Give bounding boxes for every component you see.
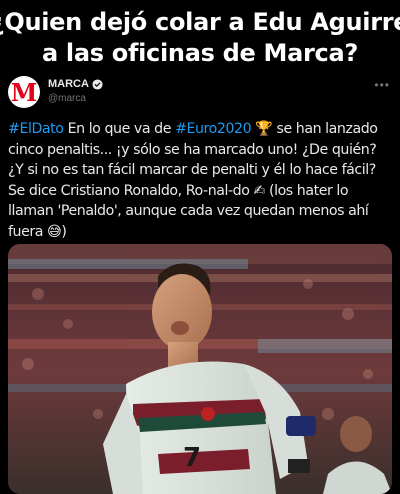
meme-title-line-1: ¿Quien dejó colar a Edu Aguirre [0, 8, 400, 36]
tweet-text-line: llaman 'Penaldo', aunque cada vez quedan… [8, 201, 396, 222]
more-options-icon[interactable]: ••• [374, 78, 390, 92]
verified-badge-icon [92, 78, 103, 90]
tweet-text-segment: fuera 😅) [8, 223, 67, 240]
tweet-text-segment: cinco penaltis... ¡y sólo se ha marcado … [8, 141, 377, 158]
tweet-text-line: cinco penaltis... ¡y sólo se ha marcado … [8, 140, 396, 161]
marca-logo-icon: M [10, 77, 38, 107]
tweet-header: M MARCA @marca ••• [8, 76, 392, 116]
meme-title-line-2: a las oficinas de Marca? [41, 39, 358, 67]
jersey-number: 7 [183, 443, 201, 473]
meme-title: ¿Quien dejó colar a Edu Aguirre a las of… [0, 0, 400, 76]
tweet-text-line: #ElDato En lo que va de #Euro2020 🏆 se h… [8, 119, 396, 140]
tweet-text-segment: Se dice Cristiano Ronaldo, Ro-nal-do ✍ (… [8, 182, 349, 199]
author-name[interactable]: MARCA [48, 78, 89, 90]
tweet-text: #ElDato En lo que va de #Euro2020 🏆 se h… [8, 119, 396, 242]
tweet-media[interactable]: 7 [8, 244, 392, 494]
tweet-text-line: ¿Y si no es tan fácil marcar de penalti … [8, 160, 396, 181]
tweet-text-segment: 🏆 se han lanzado [251, 121, 378, 137]
tweet-text-line: Se dice Cristiano Ronaldo, Ro-nal-do ✍ (… [8, 181, 396, 202]
author-handle[interactable]: @marca [48, 93, 86, 104]
football-player-photo: 7 [8, 244, 392, 494]
tweet-text-line: fuera 😅) [8, 222, 396, 243]
tweet-text-segment: ¿Y si no es tan fácil marcar de penalti … [8, 162, 376, 178]
hashtag-link[interactable]: #ElDato [8, 121, 64, 137]
tweet-text-segment: llaman 'Penaldo', aunque cada vez quedan… [8, 203, 369, 219]
hashtag-link[interactable]: #Euro2020 [175, 121, 252, 137]
author-name-row[interactable]: MARCA [48, 78, 103, 90]
tweet-text-segment: En lo que va de [63, 121, 176, 137]
avatar[interactable]: M [8, 76, 40, 108]
